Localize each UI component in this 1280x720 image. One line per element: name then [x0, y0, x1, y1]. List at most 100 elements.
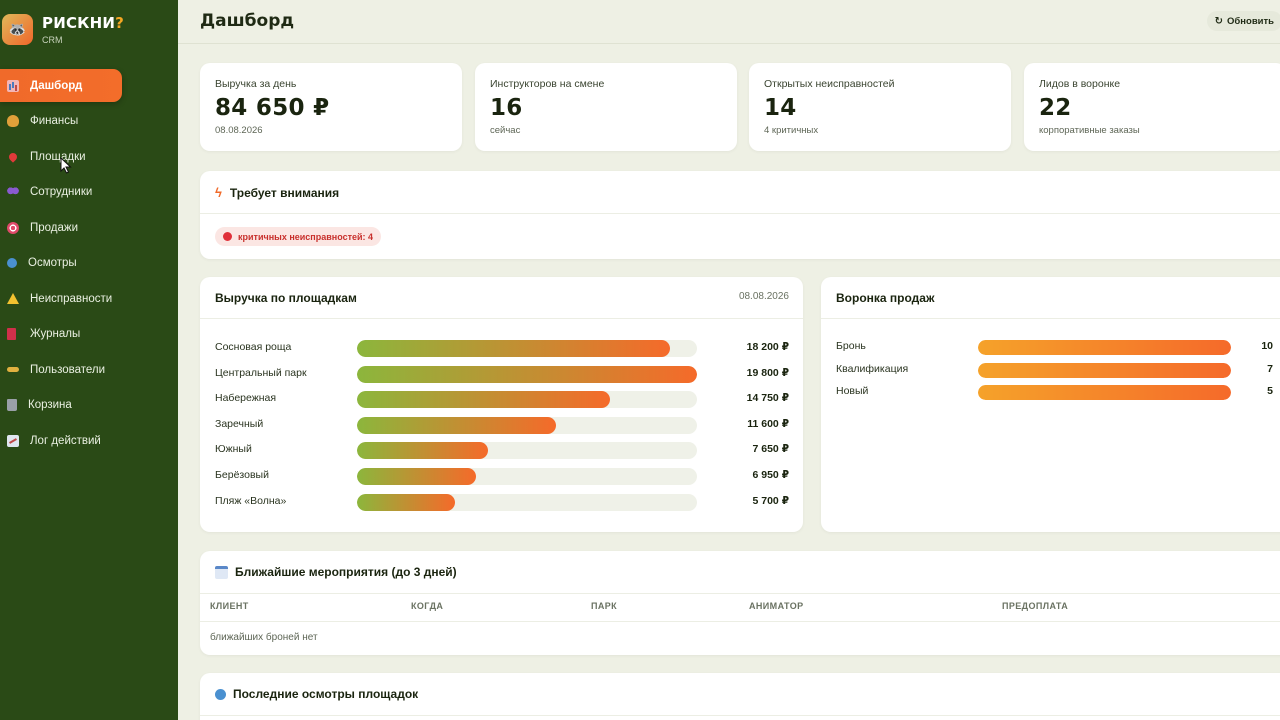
- funnel-bar-track: [978, 385, 1231, 400]
- revenue-bar-track: [357, 391, 697, 409]
- sidebar-item-label: Корзина: [28, 399, 72, 411]
- funnel-bar-track: [978, 340, 1231, 355]
- sidebar-item-finance[interactable]: Финансы: [0, 105, 122, 138]
- column-header-park[interactable]: ПАРК: [591, 601, 617, 611]
- sales-funnel-card: Воронка продаж Бронь 10 Квалификация 7 Новый…: [821, 277, 1280, 532]
- kpi-value: 14: [764, 95, 797, 121]
- key-icon: [7, 367, 19, 372]
- attention-card: ϟ Требует внимания критичных неисправнос…: [200, 171, 1280, 259]
- kpi-card-instructors: Инструкторов на смене 16 сейчас: [475, 63, 737, 151]
- funnel-title: Воронка продаж: [836, 291, 935, 305]
- kpi-label: Открытых неисправностей: [764, 78, 895, 90]
- kpi-sub: 08.08.2026: [215, 125, 263, 136]
- revenue-bar-row: Набережная 14 750 ₽: [215, 391, 789, 409]
- revenue-bar-row: Берёзовый 6 950 ₽: [215, 468, 789, 485]
- kpi-card-leads: Лидов в воронке 22 корпоративные заказы: [1024, 63, 1280, 151]
- sidebar-item-label: Осмотры: [28, 257, 77, 269]
- page-title: Дашборд: [200, 11, 295, 31]
- refresh-icon: ↻: [1214, 15, 1224, 27]
- critical-faults-badge[interactable]: критичных неисправностей: 4: [215, 227, 382, 246]
- sidebar-item-label: Площадки: [30, 150, 86, 163]
- funnel-stage-label: Новый: [836, 385, 869, 397]
- pin-icon: [7, 150, 19, 163]
- column-header-when[interactable]: КОГДА: [411, 601, 443, 611]
- revenue-bar-label: Берёзовый: [215, 469, 269, 481]
- revenue-bar-value: 11 600 ₽: [747, 417, 789, 430]
- revenue-bar-track: [357, 416, 697, 434]
- column-header-client[interactable]: КЛИЕНТ: [210, 601, 249, 611]
- chart-icon: [7, 79, 19, 92]
- revenue-bar-label: Южный: [215, 443, 252, 456]
- revenue-bar-label: Пляж «Волна»: [215, 494, 287, 507]
- revenue-bar: [357, 468, 476, 485]
- revenue-date: 08.08.2026: [738, 291, 789, 302]
- recent-inspections-card: Последние осмотры площадок: [200, 673, 1280, 720]
- sidebar-item-users[interactable]: Пользователи: [0, 353, 122, 386]
- revenue-bar-label: Сосновая роща: [215, 341, 292, 353]
- revenue-bar: [357, 416, 556, 434]
- revenue-bar-value: 7 650 ₽: [752, 443, 790, 456]
- funnel-bar: [978, 385, 1231, 400]
- lightning-icon: ϟ: [215, 185, 222, 200]
- revenue-by-venue-card: Выручка по площадкам 08.08.2026 Сосновая…: [200, 277, 803, 532]
- revenue-bar: [357, 391, 610, 409]
- kpi-label: Выручка за день: [215, 78, 297, 90]
- sidebar-item-dashboard[interactable]: Дашборд: [0, 69, 122, 102]
- sidebar-item-activity-log[interactable]: Лог действий: [0, 424, 122, 457]
- sidebar-item-label: Дашборд: [30, 79, 83, 92]
- column-header-prepayment[interactable]: ПРЕДОПЛАТА: [1002, 601, 1068, 611]
- kpi-sub: 4 критичных: [764, 125, 819, 136]
- revenue-bar-value: 19 800 ₽: [746, 366, 789, 379]
- sidebar-item-label: Пользователи: [30, 363, 106, 376]
- revenue-bar-value: 18 200 ₽: [746, 341, 789, 353]
- sidebar-item-staff[interactable]: Сотрудники: [0, 176, 122, 209]
- revenue-bar-value: 14 750 ₽: [746, 392, 789, 405]
- sidebar-item-faults[interactable]: Неисправности: [0, 282, 122, 315]
- refresh-button[interactable]: ↻ Обновить: [1206, 11, 1280, 31]
- kpi-sub: сейчас: [490, 125, 521, 136]
- sidebar-item-label: Финансы: [30, 115, 79, 127]
- magnifier-icon: [215, 688, 226, 700]
- revenue-bar-track: [357, 442, 697, 460]
- sidebar-item-label: Сотрудники: [30, 186, 93, 198]
- sidebar-item-trash[interactable]: Корзина: [0, 389, 122, 422]
- book-icon: [7, 328, 16, 340]
- kpi-card-revenue: Выручка за день 84 650 ₽ 08.08.2026: [200, 63, 462, 151]
- revenue-bar-label: Заречный: [215, 417, 264, 430]
- revenue-bar: [357, 442, 488, 460]
- alert-dot-icon: [223, 232, 232, 241]
- revenue-bar-label: Набережная: [215, 392, 277, 405]
- kpi-value: 16: [490, 95, 523, 121]
- funnel-bar: [978, 362, 1231, 378]
- column-header-animator[interactable]: АНИМАТОР: [749, 601, 804, 611]
- revenue-bar-row: Южный 7 650 ₽: [215, 442, 790, 460]
- funnel-bar: [978, 340, 1231, 355]
- revenue-bar: [357, 340, 670, 357]
- sidebar-nav: Дашборд Финансы Площадки Сотрудники Прод…: [0, 69, 178, 460]
- funnel-row: Квалификация 7: [836, 362, 1273, 378]
- revenue-bar-value: 5 700 ₽: [752, 494, 790, 507]
- revenue-bar-value: 6 950 ₽: [752, 469, 790, 481]
- sidebar: 🦝 РИСКНИ? CRM Дашборд Финансы Площадки С…: [0, 0, 178, 720]
- sidebar-item-label: Неисправности: [30, 292, 113, 305]
- sidebar-item-sales[interactable]: Продажи: [0, 211, 122, 244]
- kpi-value: 22: [1039, 95, 1072, 121]
- sidebar-item-inspections[interactable]: Осмотры: [0, 247, 122, 280]
- revenue-bar-track: [357, 493, 697, 511]
- sidebar-item-journals[interactable]: Журналы: [0, 318, 122, 351]
- refresh-label: Обновить: [1227, 15, 1274, 27]
- people-icon: [7, 186, 19, 198]
- funnel-stage-count: 7: [1267, 362, 1273, 375]
- kpi-label: Лидов в воронке: [1039, 78, 1121, 90]
- funnel-stage-label: Бронь: [836, 340, 866, 352]
- revenue-bar: [357, 493, 455, 511]
- revenue-bar-row: Пляж «Волна» 5 700 ₽: [215, 493, 790, 511]
- sidebar-item-label: Журналы: [30, 328, 81, 340]
- funnel-stage-label: Квалификация: [836, 362, 909, 375]
- revenue-bar-row: Сосновая роща 18 200 ₽: [215, 340, 789, 357]
- money-bag-icon: [7, 115, 19, 127]
- funnel-stage-count: 5: [1267, 385, 1273, 397]
- sidebar-item-label: Продажи: [30, 221, 79, 234]
- revenue-bar-track: [357, 468, 697, 485]
- brand[interactable]: 🦝 РИСКНИ? CRM: [2, 14, 124, 45]
